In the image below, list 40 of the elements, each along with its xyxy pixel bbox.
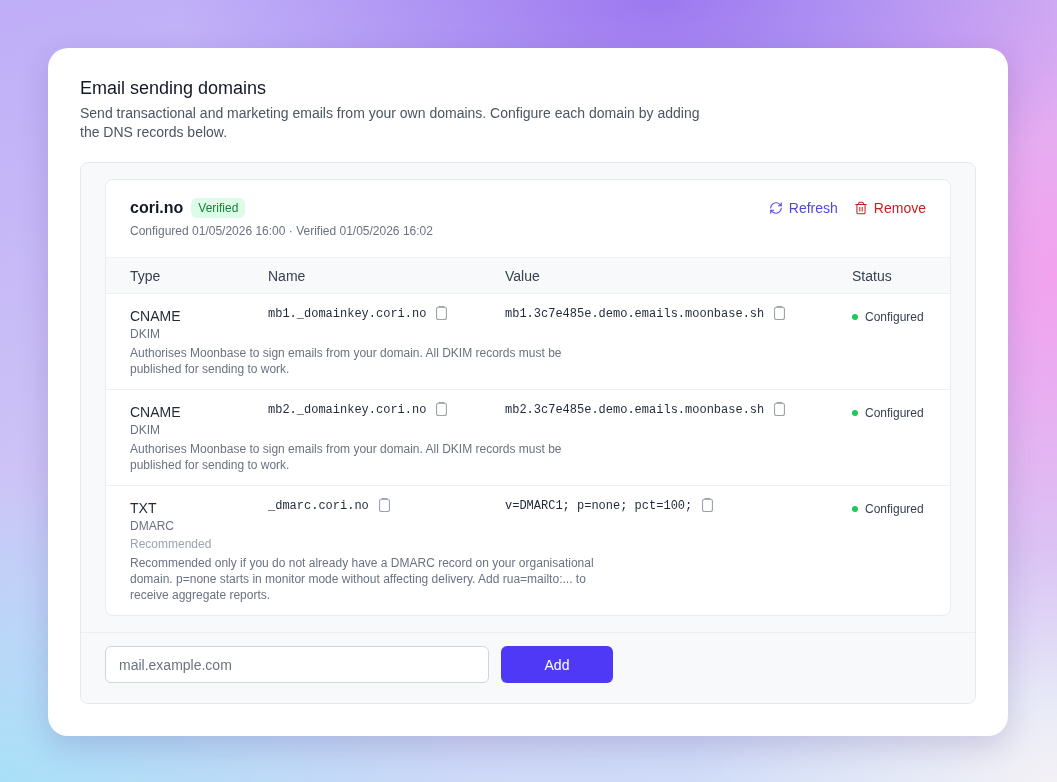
record-purpose: DMARC xyxy=(130,518,174,534)
column-header: Type xyxy=(130,266,162,286)
column-header: Value xyxy=(505,266,541,286)
record-description: Authorises Moonbase to sign emails from your domain. All DKIM records must be published for sending to work. xyxy=(130,441,563,473)
record-type: CNAME xyxy=(130,403,181,422)
refresh-icon xyxy=(768,201,783,215)
record-purpose: DKIM xyxy=(130,326,160,342)
record-name: mb2._domainkey.cori.no xyxy=(268,402,427,418)
record-type: TXT xyxy=(130,499,157,518)
record-type: CNAME xyxy=(130,307,181,326)
add-button[interactable]: Add xyxy=(501,646,613,683)
copy-icon[interactable] xyxy=(436,402,448,416)
domain-timestamps: Configured 01/05/2026 16:00 · Verified 01/05/2026 16:02 xyxy=(130,223,433,239)
trash-icon xyxy=(853,201,868,215)
page-description: Send transactional and marketing emails from your own domains. Configure each domain by adding the DNS records below. xyxy=(80,104,701,142)
record-value: v=DMARC1; p=none; pct=100; xyxy=(505,498,693,514)
copy-icon[interactable] xyxy=(702,498,714,512)
copy-icon[interactable] xyxy=(378,498,390,512)
record-purpose: DKIM xyxy=(130,422,160,438)
record-name: mb1._domainkey.cori.no xyxy=(268,306,427,322)
domain-name: cori.no xyxy=(130,198,184,218)
column-header: Name xyxy=(268,266,307,286)
status-badge: Verified xyxy=(191,198,246,218)
remove-button[interactable]: Remove xyxy=(853,198,926,218)
refresh-button[interactable]: Refresh xyxy=(768,198,838,218)
record-name: _dmarc.cori.no xyxy=(268,498,369,514)
status-label: Configured xyxy=(865,405,924,421)
record-value: mb1.3c7e485e.demo.emails.moonbase.sh xyxy=(505,306,765,322)
copy-icon[interactable] xyxy=(774,306,786,320)
status-label: Configured xyxy=(865,501,924,517)
copy-icon[interactable] xyxy=(774,402,786,416)
record-description: Authorises Moonbase to sign emails from your domain. All DKIM records must be published for sending to work. xyxy=(130,345,563,377)
status-label: Configured xyxy=(865,309,924,325)
record-value: mb2.3c7e485e.demo.emails.moonbase.sh xyxy=(505,402,765,418)
recommended-label: Recommended xyxy=(130,536,212,552)
domain-input[interactable]: mail.example.com xyxy=(105,646,489,683)
copy-icon[interactable] xyxy=(436,306,448,320)
page-title: Email sending domains xyxy=(80,77,268,100)
record-description: Recommended only if you do not already have a DMARC record on your organisational domain. p=none starts in monitor mode without affecting delivery. Add rua=mailto:... to receive aggregate reports. xyxy=(130,555,595,603)
column-header: Status xyxy=(852,266,893,286)
